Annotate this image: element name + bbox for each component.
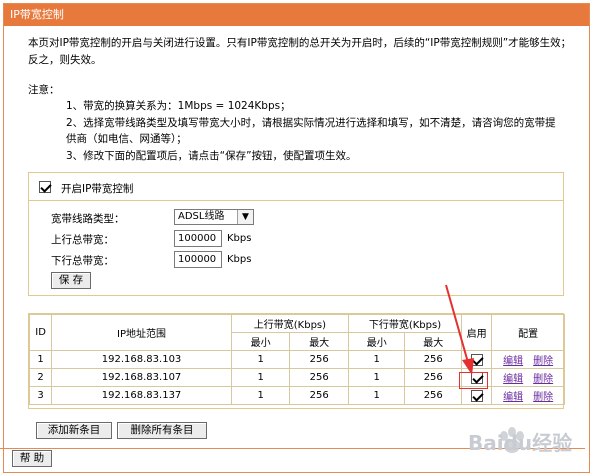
annotation-highlight-box	[459, 372, 488, 389]
annotation-arrow	[445, 284, 474, 375]
watermark-text: Baidu经验	[468, 431, 572, 455]
annotation-arrow-line	[445, 284, 470, 367]
baidu-watermark: Baidu经验	[466, 422, 586, 470]
baidu-paw-icon: Baidu经验	[468, 427, 572, 455]
